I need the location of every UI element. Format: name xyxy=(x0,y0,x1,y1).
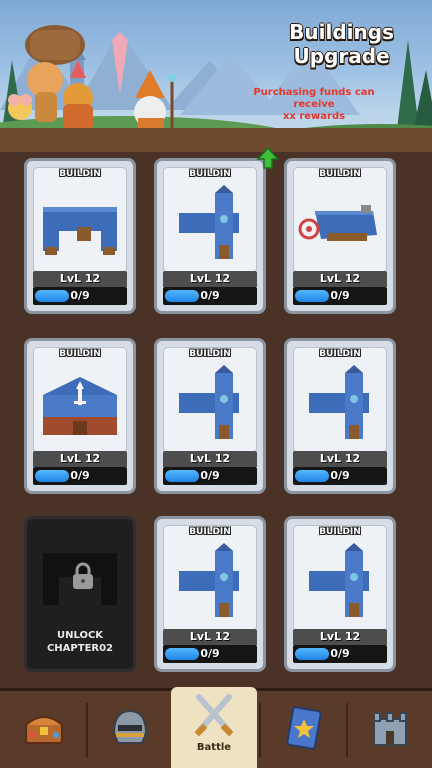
treasure-chest-icon xyxy=(25,716,63,744)
level-text: LvL 12 xyxy=(59,452,101,465)
progress-text: 0/9 xyxy=(70,469,90,482)
progress-bar: 0/9 xyxy=(293,467,387,485)
lock-icon xyxy=(73,562,93,589)
progress-bar: 0/9 xyxy=(163,645,257,663)
building-card-9[interactable]: BUILDIN LvL 12 0/9 xyxy=(284,516,396,672)
nav-battle-label: Battle xyxy=(196,742,232,753)
level-text: LvL 12 xyxy=(189,272,231,285)
level-text: LvL 12 xyxy=(189,452,231,465)
wood-plank-divider xyxy=(0,128,432,155)
level-text: LvL 12 xyxy=(319,452,361,465)
progress-bar: 0/9 xyxy=(163,467,257,485)
level-text: LvL 12 xyxy=(319,630,361,643)
subtitle-line-2: xx rewards xyxy=(282,111,346,122)
progress-text: 0/9 xyxy=(330,469,350,482)
upgrade-arrow-icon xyxy=(256,146,280,169)
progress-text: 0/9 xyxy=(200,289,220,302)
tower-wall-building-art xyxy=(309,365,369,439)
card-title: BUILDIN xyxy=(59,349,101,359)
hero-characters-art xyxy=(8,25,176,132)
progress-text: 0/9 xyxy=(200,647,220,660)
archery-range-building-art xyxy=(298,205,377,241)
tower-wall-building-art xyxy=(179,543,239,617)
sword-hall-building-art xyxy=(43,377,117,435)
rewards-subtitle: Purchasing funds can receive xx rewards xyxy=(236,87,392,123)
progress-text: 0/9 xyxy=(330,289,350,302)
card-title: BUILDIN xyxy=(189,349,231,359)
tower-wall-building-art xyxy=(179,365,239,439)
buildings-grid: BUILDIN LvL 12 0/9 BUILDIN LvL 12 0/9 BU… xyxy=(0,146,432,688)
castle-icon xyxy=(373,712,407,746)
card-icon xyxy=(286,706,322,750)
level-text: LvL 12 xyxy=(189,630,231,643)
building-card-8[interactable]: BUILDIN LvL 12 0/9 xyxy=(154,516,266,672)
tower-wall-building-art xyxy=(179,185,239,259)
nav-battle[interactable]: Battle xyxy=(171,687,257,768)
barracks-building-art xyxy=(43,207,117,255)
subtitle-line-1: Purchasing funds can receive xyxy=(253,87,375,110)
building-card-4[interactable]: BUILDIN LvL 12 0/9 xyxy=(24,338,136,494)
unlock-line-1: UNLOCK xyxy=(56,630,104,641)
unlock-chapter-text: UNLOCK CHAPTER02 xyxy=(27,629,133,655)
title-line-1: Buildings xyxy=(289,20,394,44)
nav-separator xyxy=(259,703,261,757)
progress-bar: 0/9 xyxy=(163,287,257,305)
tower-wall-building-art xyxy=(309,543,369,617)
title-line-2: Upgrade xyxy=(293,44,390,68)
progress-text: 0/9 xyxy=(200,469,220,482)
building-card-2[interactable]: BUILDIN LvL 12 0/9 xyxy=(154,158,266,314)
card-title: BUILDIN xyxy=(319,169,361,179)
locked-building-card[interactable]: UNLOCK CHAPTER02 xyxy=(24,516,136,672)
progress-text: 0/9 xyxy=(330,647,350,660)
building-card-1[interactable]: BUILDIN LvL 12 0/9 xyxy=(24,158,136,314)
card-title: BUILDIN xyxy=(319,527,361,537)
page-title: Buildings Upgrade xyxy=(289,20,394,68)
nav-shop[interactable] xyxy=(0,691,86,768)
knight-helmet-icon xyxy=(112,709,148,744)
progress-bar: 0/9 xyxy=(33,467,127,485)
card-title: BUILDIN xyxy=(319,349,361,359)
card-title: BUILDIN xyxy=(59,169,101,179)
level-text: LvL 12 xyxy=(319,272,361,285)
card-title: BUILDIN xyxy=(189,527,231,537)
building-card-3[interactable]: BUILDIN LvL 12 0/9 xyxy=(284,158,396,314)
level-text: LvL 12 xyxy=(59,272,101,285)
progress-text: 0/9 xyxy=(70,289,90,302)
progress-bar: 0/9 xyxy=(293,287,387,305)
progress-bar: 0/9 xyxy=(33,287,127,305)
crossed-swords-icon xyxy=(194,694,234,737)
header-banner: Buildings Upgrade Purchasing funds can r… xyxy=(0,0,432,148)
building-card-5[interactable]: BUILDIN LvL 12 0/9 xyxy=(154,338,266,494)
nav-heroes[interactable] xyxy=(88,691,174,768)
nav-castle[interactable] xyxy=(348,691,432,768)
unlock-line-2: CHAPTER02 xyxy=(46,643,114,654)
progress-bar: 0/9 xyxy=(293,645,387,663)
card-title: BUILDIN xyxy=(189,169,231,179)
nav-cards[interactable] xyxy=(262,691,348,768)
building-card-6[interactable]: BUILDIN LvL 12 0/9 xyxy=(284,338,396,494)
bottom-navigation: Battle xyxy=(0,687,432,768)
